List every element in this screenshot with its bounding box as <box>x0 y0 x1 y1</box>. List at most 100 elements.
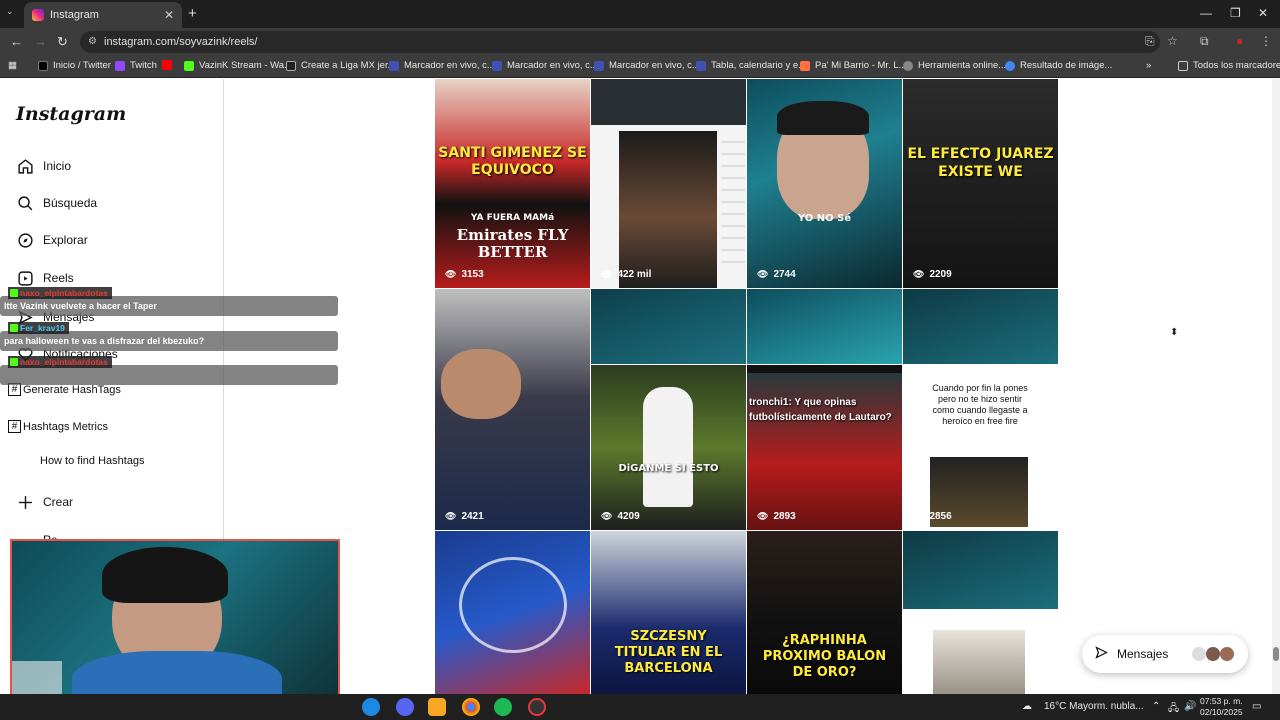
bookmark-item[interactable]: Pa' Mi Barrio - Mr. L... <box>800 60 907 71</box>
scroll-cursor-icon: ⬍ <box>1170 327 1179 338</box>
restore-icon[interactable]: ❐ <box>1230 6 1241 20</box>
weather-icon[interactable]: ☁ <box>1022 701 1032 712</box>
reel-tile[interactable]: SANTI GIMENEZ SE EQUIVOCO YA FUERA MAMá … <box>435 79 590 288</box>
scrollbar-thumb[interactable] <box>1273 647 1279 661</box>
reel-tile[interactable]: EL EFECTO JUAREZ EXISTE WE 👁 2209 <box>903 79 1058 288</box>
reel-tile[interactable]: 👁 2421 <box>435 289 590 530</box>
apps-icon[interactable]: ▦ <box>8 60 17 71</box>
network-icon[interactable]: 🖧 <box>1168 701 1179 718</box>
play-count-icon: 👁 <box>445 269 457 279</box>
page-scrollbar[interactable] <box>1272 79 1280 694</box>
bookmark-item[interactable]: Inicio / Twitter <box>38 60 111 71</box>
nav-reels-label: Reels <box>43 271 74 285</box>
chrome-icon[interactable] <box>462 698 480 716</box>
nav-explore[interactable]: Explorar <box>16 231 88 249</box>
windows-taskbar: ☁ 16°C Mayorm. nubla... ⌃ 🖧 🔊 07:53 p. m… <box>0 694 1280 720</box>
all-bookmarks-folder[interactable]: Todos los marcadores <box>1178 60 1280 71</box>
reel-tile[interactable]: YO NO Sé 👁 2744 <box>747 79 902 288</box>
volume-icon[interactable]: 🔊 <box>1184 701 1196 712</box>
bookmark-item[interactable]: Twitch <box>115 60 157 71</box>
spotify-icon[interactable] <box>494 698 512 716</box>
bookmark-item[interactable]: Herramienta online... <box>903 60 1006 71</box>
reel-tile[interactable]: ¿RAPHINHA PROXIMO BALON DE ORO? <box>747 531 902 694</box>
notification-icon[interactable]: ▭ <box>1252 701 1261 712</box>
messages-button[interactable]: Mensajes <box>1082 635 1248 673</box>
discord-icon[interactable] <box>396 698 414 716</box>
profile-icon[interactable]: ● <box>1236 34 1243 48</box>
play-count-icon: 👁 <box>913 269 925 279</box>
clock[interactable]: 07:53 p. m. 02/10/2025 <box>1200 696 1243 718</box>
home-icon <box>16 157 34 175</box>
bookmark-item[interactable]: Tabla, calendario y e... <box>696 60 806 71</box>
bookmark-star-icon[interactable]: ☆ <box>1167 34 1178 48</box>
chat-message: Itte Vazink vuelvete a hacer el Taper <box>0 296 338 316</box>
install-app-icon[interactable]: ⎘ <box>1145 34 1155 49</box>
reel-tile[interactable]: tronchi1: Y que opinas futbolísticamente… <box>747 365 902 530</box>
reel-tile[interactable] <box>903 531 1058 609</box>
bookmark-item[interactable]: Resultado de imáge... <box>1005 60 1112 71</box>
bookmarks-bar: ▦ Inicio / Twitter Twitch VazinK Stream … <box>0 56 1280 78</box>
instagram-favicon-icon <box>32 9 44 21</box>
edge-icon[interactable] <box>362 698 380 716</box>
nav-search-label: Búsqueda <box>43 196 98 210</box>
nav-reels[interactable]: Reels <box>16 269 74 287</box>
weather-text[interactable]: 16°C Mayorm. nubla... <box>1044 701 1144 712</box>
file-explorer-icon[interactable] <box>428 698 446 716</box>
chat-message <box>0 365 338 385</box>
reel-tile[interactable]: Cuando por fin la pones pero no te hizo … <box>903 365 1058 530</box>
reel-tile[interactable]: 👁 422 mil <box>591 79 746 288</box>
chat-username: naxo_elpintabardotas <box>8 356 112 368</box>
nav-explore-label: Explorar <box>43 233 88 247</box>
menu-icon[interactable]: ⋮ <box>1260 34 1272 48</box>
chat-message: para halloween te vas a disfrazar del kb… <box>0 331 338 351</box>
bookmark-item[interactable]: VazinK Stream - Wa... <box>184 60 292 71</box>
reel-tile[interactable] <box>903 610 1058 694</box>
obs-icon[interactable] <box>528 698 546 716</box>
tray-chevron-icon[interactable]: ⌃ <box>1152 701 1160 712</box>
url-field[interactable]: ⚙ instagram.com/soyvazink/reels/ <box>80 31 1160 53</box>
chat-username: Fer_krav19 <box>8 322 69 334</box>
tab-instagram[interactable]: Instagram ✕ <box>24 2 182 28</box>
new-tab-button[interactable]: + <box>188 5 197 22</box>
back-button[interactable]: ← <box>10 34 23 49</box>
close-window-icon[interactable]: ✕ <box>1258 6 1268 20</box>
how-to-find-hashtags-link[interactable]: How to find Hashtags <box>40 455 145 467</box>
reel-tile[interactable] <box>903 289 1058 364</box>
play-count-icon: 👁 <box>601 269 613 279</box>
hashtags-metrics-link[interactable]: # Hashtags Metrics <box>8 420 108 433</box>
instagram-logo[interactable]: Instagram <box>16 103 126 125</box>
reel-tile[interactable] <box>591 289 746 364</box>
reel-tile[interactable]: DiGANME SI ESTO 👁 4209 <box>591 365 746 530</box>
more-bookmarks-icon[interactable]: » <box>1146 60 1151 71</box>
bookmark-item[interactable]: Marcador en vivo, c... <box>492 60 598 71</box>
tab-title: Instagram <box>50 9 99 21</box>
bookmark-item[interactable]: Marcador en vivo, c... <box>389 60 495 71</box>
close-tab-icon[interactable]: ✕ <box>164 8 174 22</box>
nav-home[interactable]: Inicio <box>16 157 71 175</box>
avatar <box>1192 647 1206 661</box>
avatar <box>1206 647 1220 661</box>
nav-search[interactable]: Búsqueda <box>16 194 97 212</box>
reels-icon <box>16 269 34 287</box>
view-count: 👁 2856 <box>913 511 952 522</box>
hashtag-icon: # <box>8 420 21 433</box>
chat-username: naxo_elpintabardotas <box>8 287 112 299</box>
youtube-bookmark[interactable] <box>162 60 177 70</box>
messages-label: Mensajes <box>1117 647 1169 661</box>
bookmark-item[interactable]: Marcador en vivo, c... <box>594 60 700 71</box>
kick-badge-icon <box>10 289 18 297</box>
nav-create[interactable]: Crear <box>16 493 73 511</box>
minimize-icon[interactable]: — <box>1200 6 1212 20</box>
view-count: 👁 2209 <box>913 269 952 280</box>
site-info-icon[interactable]: ⚙ <box>88 31 97 53</box>
bookmark-item[interactable]: Create a Liga MX jer... <box>286 60 396 71</box>
tab-search-icon[interactable]: ⌄ <box>6 6 20 20</box>
reel-tile[interactable] <box>435 531 590 694</box>
reload-button[interactable]: ↻ <box>57 34 68 50</box>
play-count-icon: 👁 <box>757 511 769 521</box>
extensions-icon[interactable]: ⧉ <box>1200 34 1209 49</box>
reel-tile[interactable] <box>747 289 902 364</box>
forward-button[interactable]: → <box>34 34 47 49</box>
reel-tile[interactable]: SZCZESNY TITULAR EN EL BARCELONA <box>591 531 746 694</box>
messenger-icon <box>1094 645 1109 663</box>
